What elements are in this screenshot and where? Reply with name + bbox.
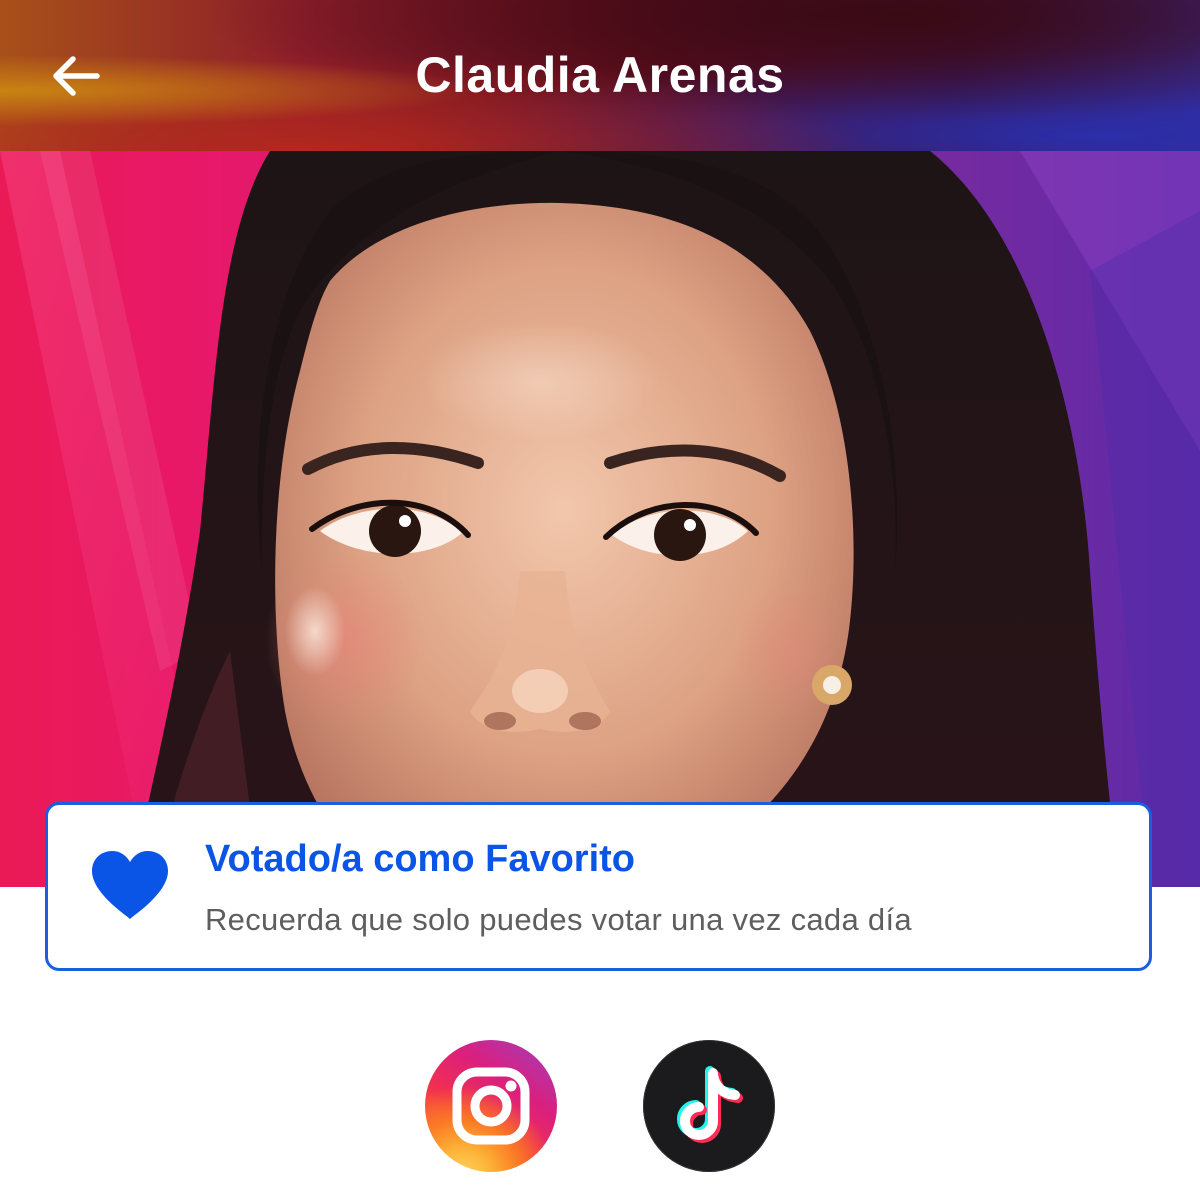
contestant-profile-screen: Claudia Arenas Votado/a como Favorito Re… — [0, 0, 1200, 1194]
instagram-icon — [452, 1067, 530, 1145]
vote-status-subtitle: Recuerda que solo puedes votar una vez c… — [205, 902, 912, 937]
instagram-button[interactable] — [425, 1040, 557, 1172]
vote-status-card[interactable] — [45, 802, 1152, 971]
contestant-portrait — [0, 151, 1200, 887]
vote-status-title: Votado/a como Favorito — [205, 838, 636, 880]
tiktok-icon — [677, 1066, 743, 1143]
tiktok-button[interactable] — [643, 1040, 775, 1172]
heart-icon — [92, 851, 168, 919]
page-title: Claudia Arenas — [415, 47, 785, 103]
app-header: Claudia Arenas — [0, 0, 1200, 151]
